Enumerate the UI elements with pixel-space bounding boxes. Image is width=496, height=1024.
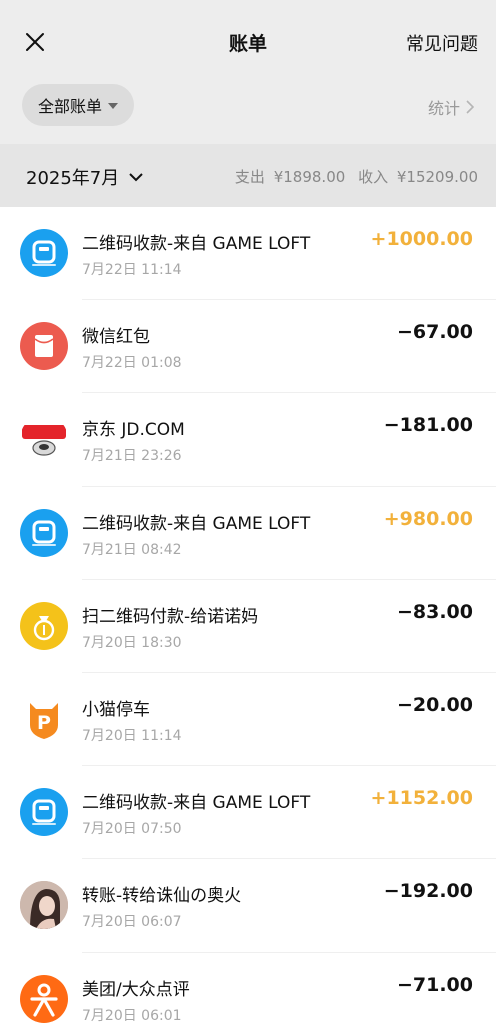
- transaction-amount: −20.00: [396, 693, 473, 716]
- expense-total: ¥1898.00: [273, 168, 346, 186]
- transaction-row[interactable]: P 小猫停车 7月20日 11:14 −20.00: [0, 673, 496, 767]
- transaction-row[interactable]: 京东 JD.COM 7月21日 23:26 −181.00: [0, 393, 496, 487]
- filter-row: 全部账单 统计: [0, 84, 496, 144]
- month-selector[interactable]: 2025年7月: [26, 164, 143, 190]
- transaction-time: 7月20日 06:01: [82, 1007, 182, 1024]
- stats-label: 统计: [427, 99, 460, 118]
- transaction-name: 微信红包: [82, 327, 150, 348]
- transaction-time: 7月20日 18:30: [82, 634, 182, 651]
- meituan-icon: [20, 974, 68, 1023]
- transaction-row[interactable]: 微信红包 7月22日 01:08 −67.00: [0, 300, 496, 394]
- transaction-row[interactable]: 美团/大众点评 7月20日 06:01 −71.00: [0, 953, 496, 1024]
- svg-text:P: P: [37, 712, 51, 734]
- transaction-amount: +1152.00: [370, 787, 473, 810]
- transaction-name: 美团/大众点评: [82, 979, 190, 1000]
- gameloft-icon: [20, 229, 68, 277]
- month-summary-bar: 2025年7月 支出 ¥1898.00 收入 ¥15209.00: [0, 144, 496, 207]
- transaction-amount: −83.00: [396, 600, 473, 623]
- all-bills-filter-label: 全部账单: [38, 97, 103, 116]
- transaction-amount: −181.00: [383, 414, 473, 437]
- red-packet-icon: [20, 322, 68, 371]
- transaction-amount: −67.00: [396, 321, 473, 344]
- transaction-name: 转账-转给诛仙の奥火: [82, 886, 242, 907]
- transaction-row[interactable]: 转账-转给诛仙の奥火 7月20日 06:07 −192.00: [0, 859, 496, 953]
- transaction-amount: −192.00: [383, 880, 473, 903]
- chevron-down-icon: [129, 172, 143, 181]
- transaction-name: 二维码收款-来自 GAME LOFT: [82, 234, 311, 254]
- month-label: 2025年7月: [26, 168, 120, 189]
- transaction-name: 京东 JD.COM: [82, 420, 185, 441]
- transaction-time: 7月21日 08:42: [82, 541, 182, 558]
- gameloft-icon: [20, 788, 68, 837]
- transaction-time: 7月20日 06:07: [82, 914, 182, 931]
- transaction-name: 小猫停车: [82, 699, 150, 720]
- transaction-amount: −71.00: [396, 973, 473, 996]
- transaction-name: 扫二维码付款-给诺诺妈: [82, 606, 259, 627]
- transaction-row[interactable]: 二维码收款-来自 GAME LOFT 7月21日 08:42 +980.00: [0, 487, 496, 580]
- expense-label: 支出: [234, 168, 265, 186]
- gameloft-icon: [20, 508, 68, 557]
- transaction-list: 二维码收款-来自 GAME LOFT 7月22日 11:14 +1000.00 …: [0, 207, 496, 1024]
- faq-link[interactable]: 常见问题: [406, 30, 478, 56]
- transaction-row[interactable]: 扫二维码付款-给诺诺妈 7月20日 18:30 −83.00: [0, 580, 496, 673]
- transaction-name: 二维码收款-来自 GAME LOFT: [82, 793, 311, 814]
- month-totals: 支出 ¥1898.00 收入 ¥15209.00: [231, 166, 478, 187]
- transaction-time: 7月20日 11:14: [82, 727, 182, 744]
- transaction-row[interactable]: 二维码收款-来自 GAME LOFT 7月20日 07:50 +1152.00: [0, 766, 496, 860]
- all-bills-filter-button[interactable]: 全部账单: [22, 84, 135, 126]
- chevron-right-icon: [466, 100, 474, 114]
- jd-logo-icon: [20, 415, 68, 464]
- transaction-amount: +1000.00: [370, 228, 473, 250]
- income-label: 收入: [358, 168, 389, 186]
- top-bar: 账单 常见问题: [0, 0, 496, 84]
- transaction-time: 7月22日 11:14: [82, 262, 182, 278]
- transaction-amount: +980.00: [383, 507, 473, 530]
- transaction-time: 7月20日 07:50: [82, 821, 182, 838]
- stats-link[interactable]: 统计: [428, 95, 474, 119]
- parking-icon: P: [20, 694, 68, 743]
- transaction-time: 7月21日 23:26: [82, 448, 182, 465]
- caret-down-icon: [108, 103, 119, 109]
- user-avatar-icon: [20, 881, 68, 930]
- transaction-time: 7月22日 01:08: [82, 355, 182, 372]
- transaction-row[interactable]: 二维码收款-来自 GAME LOFT 7月22日 11:14 +1000.00: [0, 207, 496, 301]
- money-bag-icon: [20, 601, 68, 650]
- transaction-name: 二维码收款-来自 GAME LOFT: [82, 513, 311, 534]
- income-total: ¥15209.00: [396, 168, 478, 186]
